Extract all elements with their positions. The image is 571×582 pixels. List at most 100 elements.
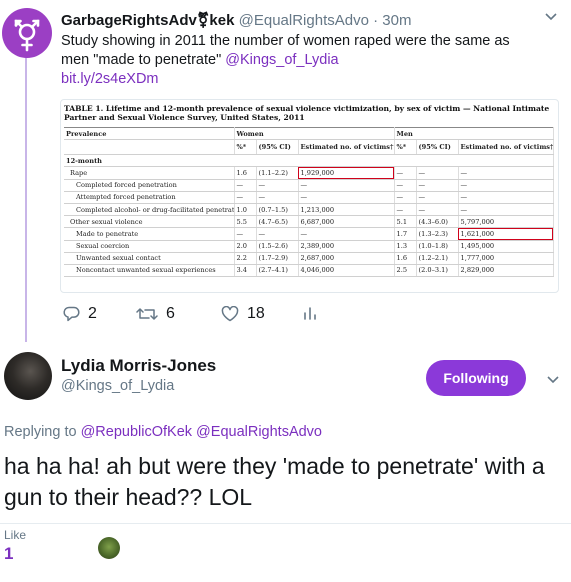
table-cell-m-ci: (1.3–2.3) — [416, 227, 459, 241]
like-count: 18 — [247, 305, 265, 322]
table-cell-w-est: 1,213,000 — [298, 203, 395, 217]
table-title: TABLE 1. Lifetime and 12-month prevalenc… — [64, 104, 550, 122]
tweet-header: GarbageRightsAdv⚧kek @EqualRightsAdvo · … — [61, 11, 411, 29]
avatar[interactable] — [2, 8, 52, 58]
analytics-button[interactable] — [303, 305, 317, 321]
table-cell-label: Noncontact unwanted sexual experiences — [64, 264, 235, 278]
header-women: Women — [234, 126, 395, 141]
table-cell-m-est: 2,829,000 — [458, 264, 554, 278]
table-cell-m-pct: 2.5 — [394, 264, 417, 278]
table-row: Sexual coercion 2.0 (1.5–2.6) 2,389,000 1.3(… — [64, 240, 554, 253]
table-cell-w-pct: 3.4 — [234, 264, 257, 278]
analytics-icon — [304, 307, 316, 320]
table-cell-label: Completed forced penetration — [64, 179, 235, 192]
table-cell-m-ci: — — [416, 203, 459, 217]
header-prevalence: Prevalence — [64, 126, 235, 141]
table-cell-w-ci: (1.1–2.2) — [256, 166, 299, 180]
reply-button[interactable]: 2 — [63, 305, 97, 323]
table-cell-m-pct: — — [394, 166, 417, 180]
table-cell-w-ci: (1.7–2.9) — [256, 252, 299, 265]
table-cell-w-est: 2,389,000 — [298, 240, 395, 253]
table-cell-m-pct: 1.6 — [394, 252, 417, 265]
table-cell-w-ci: (0.7–1.5) — [256, 203, 299, 217]
table-cell-w-ci: — — [256, 191, 299, 204]
section-label: 12-month — [64, 154, 554, 168]
table-cell-w-est: — — [298, 191, 395, 204]
table-cell-w-est: 4,046,000 — [298, 264, 395, 278]
table-cell-w-pct: — — [234, 227, 257, 241]
data-table: Prevalence Women Men %* (95% CI) Estimat… — [64, 126, 554, 278]
table-cell-w-ci: (1.5–2.6) — [256, 240, 299, 253]
table-cell-m-ci: (1.2–2.1) — [416, 252, 459, 265]
table-cell-m-ci: (4.3–6.0) — [416, 215, 459, 229]
heart-icon — [221, 306, 239, 322]
handle[interactable]: @EqualRightsAdvo — [239, 12, 369, 29]
table-body: Rape 1.6 (1.1–2.2) 1,929,000— — — Completed fo… — [64, 166, 554, 278]
table-cell-m-ci: (1.0–1.8) — [416, 240, 459, 253]
table-cell-label: Other sexual violence — [64, 215, 235, 229]
table-cell-w-ci: (2.7–4.1) — [256, 264, 299, 278]
table-row: Unwanted sexual contact 2.2 (1.7–2.9) 2,687… — [64, 252, 554, 265]
table-cell-m-ci: — — [416, 166, 459, 180]
display-name[interactable]: GarbageRightsAdv⚧kek — [61, 12, 234, 29]
divider — [0, 523, 571, 524]
mention-link[interactable]: @RepublicOfKek — [81, 424, 192, 440]
table-cell-label: Made to penetrate — [64, 227, 235, 241]
retweet-icon — [136, 308, 158, 320]
liker-avatar[interactable] — [98, 537, 120, 559]
table-row: Other sexual violence 5.5 (4.7–6.5) 6,687,0… — [64, 215, 554, 229]
media-image[interactable]: TABLE 1. Lifetime and 12-month prevalenc… — [60, 99, 559, 293]
timestamp[interactable]: 30m — [382, 12, 411, 29]
gender-symbol-icon — [14, 19, 40, 52]
table-cell-w-pct: 5.5 — [234, 215, 257, 229]
caret-down-icon[interactable] — [545, 9, 557, 25]
table-cell-label: Unwanted sexual contact — [64, 252, 235, 265]
tweet-text: Study showing in 2011 the number of wome… — [61, 32, 541, 89]
table-row: Attempted forced penetration — — — — — — — [64, 191, 554, 204]
like-button[interactable]: 18 — [221, 305, 265, 323]
table-cell-label: Sexual coercion — [64, 240, 235, 253]
header-ci: (95% CI) — [416, 139, 459, 156]
mention-link[interactable]: @EqualRightsAdvo — [196, 424, 322, 440]
retweet-button[interactable]: 6 — [136, 305, 175, 323]
table-cell-w-pct: 1.0 — [234, 203, 257, 217]
header-pct: %* — [234, 139, 257, 156]
header-est: Estimated no. of victims† — [458, 139, 554, 156]
reply-count: 2 — [88, 305, 97, 322]
table-cell-m-pct: 1.3 — [394, 240, 417, 253]
table-row: Made to penetrate — — —1.7 (1.3–2.3) 1,621,00… — [64, 227, 554, 241]
table-row: Completed alcohol- or drug-facilitated p… — [64, 203, 554, 217]
table-cell-w-est: 6,687,000 — [298, 215, 395, 229]
handle[interactable]: @Kings_of_Lydia — [61, 378, 174, 394]
table-cell-w-ci: — — [256, 227, 299, 241]
following-button[interactable]: Following — [426, 360, 526, 396]
table-cell-m-pct: 1.7 — [394, 227, 417, 241]
caret-down-icon[interactable] — [547, 372, 559, 388]
display-name[interactable]: Lydia Morris-Jones — [61, 356, 216, 376]
header-men: Men — [394, 126, 554, 141]
table-cell-m-est: — — [458, 166, 554, 180]
url-link[interactable]: bit.ly/2s4eXDm — [61, 71, 159, 87]
header-pct: %* — [394, 139, 417, 156]
table-cell-w-pct: 2.0 — [234, 240, 257, 253]
mention-link[interactable]: @Kings_of_Lydia — [225, 52, 338, 68]
table-cell-m-est: 1,777,000 — [458, 252, 554, 265]
like-count[interactable]: 1 — [4, 544, 13, 564]
table-cell-m-pct: — — [394, 203, 417, 217]
table-cell-m-ci: — — [416, 179, 459, 192]
avatar[interactable] — [4, 352, 52, 400]
table-cell-w-est: — — [298, 227, 395, 241]
separator: · — [373, 12, 379, 29]
table-cell-w-est: 2,687,000 — [298, 252, 395, 265]
table-row: Rape 1.6 (1.1–2.2) 1,929,000— — — — [64, 166, 554, 180]
table-cell-w-est: 1,929,000 — [298, 166, 395, 180]
table-cell-m-pct: — — [394, 191, 417, 204]
table-cell-m-est: 5,797,000 — [458, 215, 554, 229]
header-ci: (95% CI) — [256, 139, 299, 156]
thread-line — [25, 56, 27, 342]
table-cell-label: Attempted forced penetration — [64, 191, 235, 204]
replying-to: Replying to @RepublicOfKek @EqualRightsA… — [4, 424, 322, 440]
table-cell-w-pct: — — [234, 191, 257, 204]
table-cell-label: Completed alcohol- or drug-facilitated p… — [64, 203, 235, 217]
table-cell-m-est: 1,495,000 — [458, 240, 554, 253]
